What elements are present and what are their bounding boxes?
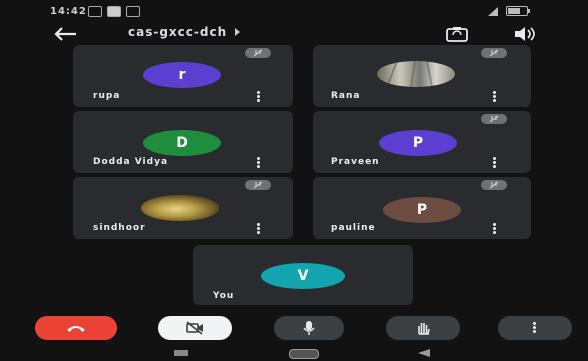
battery-icon (506, 6, 530, 16)
mic-off-icon (481, 180, 507, 190)
avatar-initial: D (176, 135, 188, 151)
arrow-left-icon[interactable] (50, 24, 80, 44)
participant-name: sindhoor (93, 223, 146, 233)
more-vert-icon[interactable] (257, 223, 261, 235)
recent-apps-icon[interactable] (174, 350, 188, 356)
self-tile[interactable]: V You (193, 245, 413, 305)
app-icon (126, 6, 140, 17)
mic-off-icon (481, 114, 507, 124)
more-vert-icon[interactable] (257, 91, 261, 103)
video-off-icon (186, 321, 203, 335)
avatar: V (261, 263, 345, 289)
avatar: P (383, 197, 461, 223)
more-vert-icon[interactable] (493, 157, 497, 169)
end-call-button[interactable] (35, 316, 117, 340)
participant-tile[interactable]: Rana (313, 45, 531, 107)
status-time: 14:42 (50, 6, 87, 17)
participant-name: Dodda Vidya (93, 157, 169, 167)
participant-tile[interactable]: sindhoor (73, 177, 293, 239)
video-toggle-button[interactable] (158, 316, 232, 340)
raise-hand-icon (418, 323, 430, 335)
participant-tile[interactable]: P Praveen (313, 111, 531, 173)
more-vert-icon (533, 322, 537, 334)
home-icon[interactable] (289, 349, 319, 359)
meeting-code[interactable]: cas-gxcc-dch (128, 25, 241, 39)
mic-toggle-button[interactable] (274, 316, 344, 340)
avatar-initial: V (297, 268, 309, 284)
avatar: P (379, 130, 457, 156)
more-vert-icon[interactable] (493, 223, 497, 235)
meeting-code-text: cas-gxcc-dch (128, 25, 228, 39)
more-vert-icon[interactable] (493, 91, 497, 103)
camera-flip-icon[interactable] (444, 24, 470, 44)
message-icon (107, 6, 121, 17)
avatar-initial: P (416, 202, 428, 218)
mic-off-icon (245, 48, 271, 58)
back-triangle-icon[interactable] (418, 349, 430, 357)
participant-tile[interactable]: P pauline (313, 177, 531, 239)
system-nav-bar (0, 346, 588, 361)
avatar-initial: r (178, 67, 186, 83)
mic-off-icon (245, 180, 271, 190)
mic-off-icon (481, 48, 507, 58)
avatar-photo (141, 195, 219, 221)
participant-tile[interactable]: r rupa (73, 45, 293, 107)
more-vert-icon[interactable] (257, 157, 261, 169)
participant-name: You (213, 291, 235, 301)
phone-hangup-icon (67, 326, 85, 332)
avatar-initial: P (412, 135, 424, 151)
more-options-button[interactable] (498, 316, 572, 340)
call-controls (0, 308, 588, 346)
participant-name: Rana (331, 91, 361, 101)
speaker-icon[interactable] (512, 24, 538, 44)
raise-hand-button[interactable] (386, 316, 460, 340)
meeting-top-bar: cas-gxcc-dch (0, 20, 588, 48)
signal-icon (488, 6, 498, 16)
participant-name: pauline (331, 223, 376, 233)
avatar: r (143, 62, 221, 88)
notification-icon (88, 6, 102, 17)
status-system-icons (488, 6, 530, 16)
status-notification-icons (88, 6, 140, 17)
chevron-right-icon (235, 28, 241, 36)
avatar-photo (377, 61, 455, 87)
avatar: D (143, 130, 221, 156)
participant-name: rupa (93, 91, 121, 101)
mic-icon (303, 321, 315, 335)
participant-tile[interactable]: D Dodda Vidya (73, 111, 293, 173)
participant-name: Praveen (331, 157, 380, 167)
